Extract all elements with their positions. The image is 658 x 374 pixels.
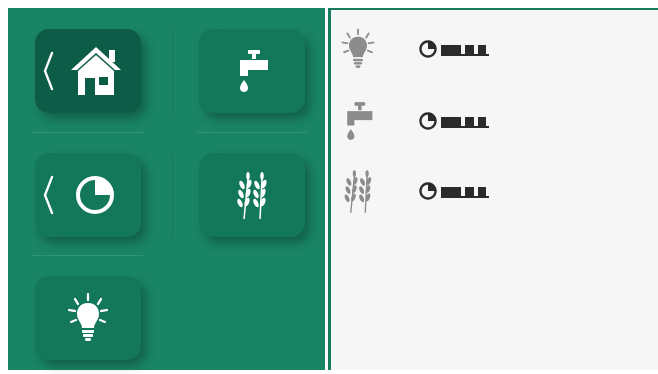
home-tile-button[interactable] bbox=[35, 29, 141, 113]
pie-clock-icon bbox=[419, 112, 437, 130]
schedule-bars-icon bbox=[441, 187, 489, 198]
bulb-icon bbox=[67, 292, 109, 341]
home-icon bbox=[71, 47, 121, 95]
pie-clock-icon bbox=[419, 182, 437, 200]
faucet-icon bbox=[240, 50, 268, 92]
nav-divider-vertical-1 bbox=[172, 30, 173, 114]
status-indicator bbox=[418, 181, 489, 201]
crops-tile-button[interactable] bbox=[199, 153, 305, 237]
nav-divider-row-1b bbox=[196, 132, 308, 133]
nav-divider-row-1 bbox=[32, 132, 144, 133]
schedule-bars-icon bbox=[441, 45, 489, 56]
chevron-left-icon bbox=[43, 175, 54, 215]
schedule-tile-button[interactable] bbox=[35, 153, 141, 237]
water-tile-button[interactable] bbox=[199, 29, 305, 113]
app-frame bbox=[0, 0, 658, 374]
pie-clock-icon bbox=[76, 176, 114, 214]
faucet-icon bbox=[347, 102, 373, 140]
nav-divider-vertical-2 bbox=[172, 154, 173, 238]
schedule-bars-icon bbox=[441, 117, 489, 128]
wheat-icon bbox=[237, 172, 267, 220]
status-row-crops bbox=[336, 169, 506, 213]
pie-clock-icon bbox=[419, 40, 437, 58]
bulb-icon bbox=[341, 28, 375, 68]
wheat-icon bbox=[344, 170, 372, 213]
status-indicator bbox=[418, 39, 489, 59]
nav-divider-row-2 bbox=[32, 255, 144, 256]
status-row-water bbox=[336, 99, 506, 143]
status-row-light bbox=[336, 27, 506, 71]
status-indicator bbox=[418, 111, 489, 131]
chevron-left-icon bbox=[43, 51, 54, 91]
nav-panel bbox=[8, 8, 325, 370]
light-tile-button[interactable] bbox=[35, 276, 141, 360]
